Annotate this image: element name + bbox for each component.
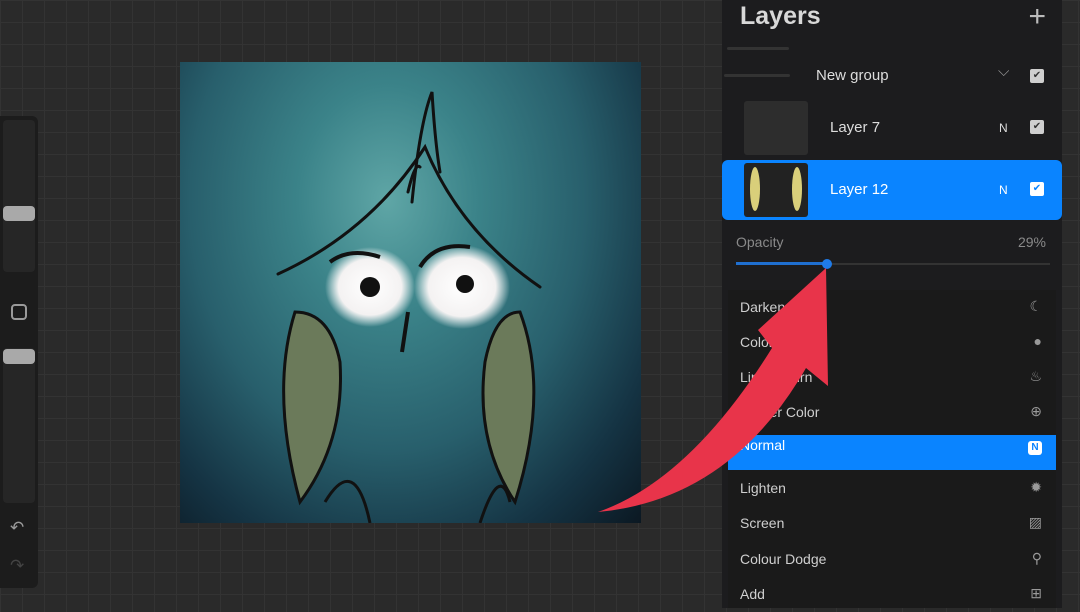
blend-label: Normal <box>740 437 786 453</box>
modify-button[interactable] <box>11 304 27 320</box>
plus-square-icon: ⊞ <box>1030 585 1042 601</box>
blend-mode-list: Darken ☾ Color Burn ● Linear Burn ♨ Darker … <box>728 290 1056 608</box>
left-sidebar: ↶ ↷ <box>0 116 38 588</box>
group-row[interactable]: New group ⌵ ✔ <box>722 58 1062 94</box>
undo-icon[interactable]: ↶ <box>10 518 24 538</box>
blend-mode-normal[interactable]: Normal N <box>728 435 1056 470</box>
blend-mode-lighten[interactable]: Lighten ✹ <box>728 471 1056 506</box>
blend-mode-darker-color[interactable]: Darker Color ⊕ <box>728 395 1056 430</box>
sun-icon: ✹ <box>1030 479 1042 495</box>
visibility-checkbox[interactable]: ✔ <box>1030 69 1044 83</box>
blend-label: Add <box>740 586 765 602</box>
blend-mode-linear-burn[interactable]: Linear Burn ♨ <box>728 360 1056 395</box>
chevron-down-icon[interactable]: ⌵ <box>998 63 1009 80</box>
plus-icon[interactable]: + <box>1028 0 1046 34</box>
blend-mode-color-burn[interactable]: Color Burn ● <box>728 325 1056 360</box>
layer-row[interactable]: Layer 7 N ✔ <box>722 98 1062 158</box>
burn-icon: ● <box>1033 333 1042 349</box>
blend-label: Linear Burn <box>740 369 813 385</box>
blend-label: Colour Dodge <box>740 551 827 567</box>
opacity-slider[interactable] <box>3 348 35 503</box>
dodge-icon: ⚲ <box>1031 550 1042 566</box>
blend-mode-add[interactable]: Add ⊞ <box>728 577 1056 612</box>
opacity-value: 29% <box>1017 234 1046 250</box>
blend-label: Screen <box>740 515 785 531</box>
layer-row-selected[interactable]: Layer 12 N ✔ <box>722 160 1062 220</box>
blend-mode-screen[interactable]: Screen ▨ <box>728 506 1056 541</box>
blend-mode-button[interactable]: N <box>999 183 1008 197</box>
visibility-checkbox[interactable]: ✔ <box>1030 182 1044 196</box>
layer-thumbnail <box>744 163 808 217</box>
owl-drawing <box>276 91 542 523</box>
layer-thumbnail <box>744 101 808 155</box>
divider <box>724 74 790 77</box>
artwork-canvas[interactable] <box>180 62 641 523</box>
opacity-slider-knob[interactable] <box>822 259 833 269</box>
opacity-label: Opacity <box>736 234 784 250</box>
divider <box>727 47 789 50</box>
layers-panel: Layers + New group ⌵ ✔ Layer 7 N ✔ Layer… <box>722 0 1062 608</box>
brush-size-thumb[interactable] <box>3 206 35 221</box>
hatch-icon: ▨ <box>1028 514 1042 530</box>
n-badge-icon: N <box>1028 441 1042 455</box>
plus-circle-icon: ⊕ <box>1030 403 1042 419</box>
panel-title: Layers <box>740 2 821 30</box>
opacity-slider-fill <box>736 262 828 265</box>
blend-mode-colour-dodge[interactable]: Colour Dodge ⚲ <box>728 542 1056 577</box>
visibility-checkbox[interactable]: ✔ <box>1030 120 1044 134</box>
blend-label: Darken <box>740 299 786 315</box>
moon-icon: ☾ <box>1029 298 1042 314</box>
group-name: New group <box>816 67 889 84</box>
layer-name: Layer 12 <box>830 181 889 198</box>
redo-icon[interactable]: ↷ <box>10 556 24 576</box>
blend-label: Lighten <box>740 480 786 496</box>
opacity-thumb[interactable] <box>3 349 35 364</box>
brush-size-slider[interactable] <box>3 120 35 272</box>
blend-label: Darker Color <box>740 404 820 420</box>
blend-mode-button[interactable]: N <box>999 121 1008 135</box>
blend-mode-darken[interactable]: Darken ☾ <box>728 290 1056 325</box>
blend-label: Color Burn <box>740 334 807 350</box>
flame-icon: ♨ <box>1029 368 1042 384</box>
layer-name: Layer 7 <box>830 119 881 136</box>
